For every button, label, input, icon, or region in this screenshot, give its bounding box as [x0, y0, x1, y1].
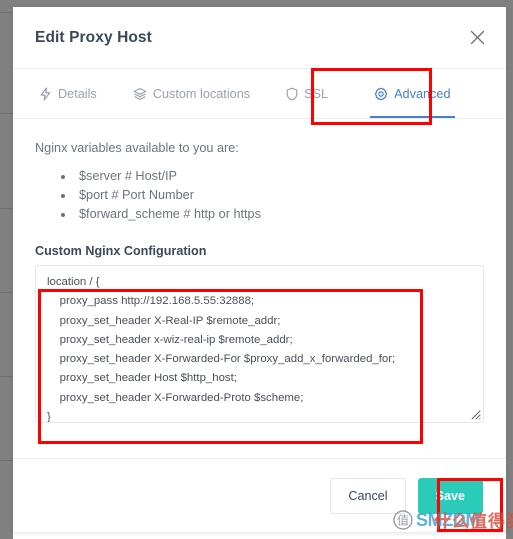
backdrop-strip-line — [0, 208, 13, 209]
edit-proxy-host-dialog: Edit Proxy Host Details Custom locations… — [13, 7, 506, 532]
backdrop-left-strip — [0, 0, 13, 539]
backdrop-strip-line — [0, 12, 13, 13]
layers-icon — [133, 87, 147, 101]
tab-custom-locations-label: Custom locations — [152, 86, 251, 101]
backdrop-strip-line — [0, 376, 13, 377]
nginx-variables-list: $server # Host/IP $port # Port Number $f… — [35, 167, 484, 224]
custom-nginx-configuration-field — [35, 265, 484, 423]
backdrop-strip-line — [0, 460, 13, 461]
dialog-tabs: Details Custom locations SSL Advanced — [13, 69, 506, 119]
nginx-variables-intro: Nginx variables available to you are: — [35, 141, 239, 155]
tab-ssl[interactable]: SSL — [282, 69, 332, 118]
tab-advanced[interactable]: Advanced — [370, 69, 455, 118]
bolt-icon — [39, 86, 52, 101]
page-title: Edit Proxy Host — [35, 28, 152, 46]
list-item: $forward_scheme # http or https — [75, 205, 484, 224]
backdrop-strip-line — [0, 113, 13, 114]
dialog-header: Edit Proxy Host — [13, 7, 506, 69]
tab-custom-locations[interactable]: Custom locations — [129, 69, 254, 118]
custom-nginx-configuration-input[interactable] — [36, 266, 483, 422]
tab-details[interactable]: Details — [35, 69, 101, 118]
close-icon[interactable] — [466, 27, 488, 49]
tab-ssl-label: SSL — [304, 86, 329, 101]
gear-icon — [374, 87, 388, 101]
backdrop-top-bar — [13, 0, 513, 7]
list-item: $port # Port Number — [75, 186, 484, 205]
cancel-button[interactable]: Cancel — [330, 477, 406, 514]
tab-advanced-label: Advanced — [394, 86, 451, 101]
custom-nginx-configuration-label: Custom Nginx Configuration — [35, 244, 207, 258]
dialog-body: Nginx variables available to you are: $s… — [13, 119, 506, 458]
backdrop-right-strip — [506, 0, 513, 539]
shield-icon — [286, 87, 298, 101]
save-button[interactable]: Save — [417, 477, 483, 514]
dialog-footer: Cancel Save — [13, 458, 506, 532]
backdrop-strip-line — [0, 292, 13, 293]
tab-details-label: Details — [58, 86, 97, 101]
list-item: $server # Host/IP — [75, 167, 484, 186]
